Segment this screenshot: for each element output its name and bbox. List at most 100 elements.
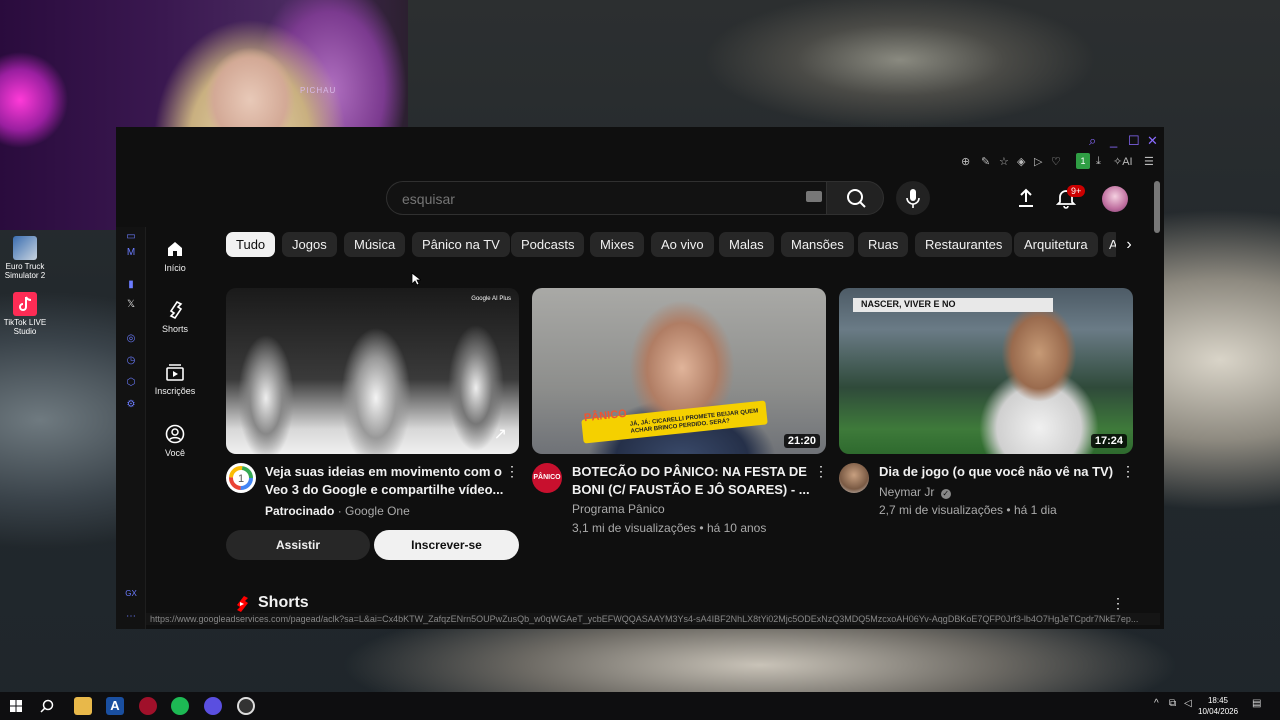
desktop-icon-tiktok-live[interactable]: TikTok LIVE Studio — [2, 292, 48, 336]
video-stats: 3,1 mi de visualizações • há 10 anos — [572, 521, 767, 535]
video-title-line1: Dia de jogo (o que você não vê na TV) — [879, 464, 1114, 479]
channel-name-row: Neymar Jr ✓ — [879, 483, 951, 501]
tiktok-icon — [13, 292, 37, 316]
chip-malas[interactable]: Malas — [719, 232, 774, 257]
ad-meta: Patrocinado · Google One — [265, 504, 410, 518]
more-options-icon[interactable]: ⋮ — [814, 463, 828, 480]
subscriptions-icon — [166, 364, 184, 381]
play-icon[interactable]: ▷ — [1034, 155, 1042, 168]
maximize-button[interactable]: ☐ — [1128, 133, 1140, 149]
desktop-icon-label: TikTok LIVE Studio — [3, 318, 47, 336]
account-avatar[interactable] — [1102, 186, 1128, 212]
duration-badge: 17:24 — [1090, 434, 1127, 448]
app-a-icon[interactable]: A — [106, 697, 124, 715]
ai-button[interactable]: ✧AI — [1113, 155, 1133, 168]
chip-podcasts[interactable]: Podcasts — [511, 232, 585, 257]
shorts-logo-icon — [237, 596, 248, 612]
twitch-icon[interactable]: ▮ — [125, 279, 137, 290]
heart-icon[interactable]: ♡ — [1051, 155, 1061, 168]
keyboard-icon[interactable] — [806, 191, 822, 202]
nav-home[interactable]: Início — [146, 239, 204, 273]
search-icon[interactable] — [40, 699, 54, 713]
video-title-neymar[interactable]: Dia de jogo (o que você não vê na TV) — [879, 463, 1119, 481]
google-one-avatar[interactable]: 1 — [226, 463, 256, 493]
chip-jogos[interactable]: Jogos — [282, 232, 337, 257]
chevron-right-icon[interactable]: › — [1116, 232, 1142, 257]
neymar-channel-avatar[interactable] — [839, 463, 869, 493]
ui-icon[interactable]: ▭ — [125, 231, 137, 242]
more-icon[interactable]: ⋯ — [125, 611, 137, 622]
history-icon[interactable]: ◷ — [125, 355, 137, 366]
tray-chevron-icon[interactable]: ^ — [1154, 698, 1159, 709]
extension-badge[interactable]: 1 — [1076, 153, 1090, 169]
upload-age: há 1 dia — [1013, 503, 1057, 517]
volume-icon[interactable]: ◁ — [1184, 698, 1192, 709]
sponsored-label: Patrocinado — [265, 504, 335, 518]
search-input[interactable] — [402, 189, 782, 209]
chip-arquitetura[interactable]: Arquitetura — [1014, 232, 1098, 257]
cube-icon[interactable]: ⬡ — [125, 377, 137, 388]
subscribe-button[interactable]: Inscrever-se — [374, 530, 519, 560]
shorts-more-options-icon[interactable]: ⋮ — [1111, 595, 1125, 612]
ad-thumbnail[interactable]: Google AI Plus ↗ — [226, 288, 519, 454]
chip-mansoes[interactable]: Mansões — [781, 232, 854, 257]
shield-icon[interactable]: ◈ — [1017, 155, 1025, 168]
chip-musica[interactable]: Música — [344, 232, 406, 257]
menu-icon[interactable]: ☰ — [1144, 155, 1154, 168]
network-icon[interactable]: ⧉ — [1169, 698, 1176, 709]
bookmark-icon[interactable]: ☆ — [999, 155, 1009, 168]
nav-you[interactable]: Você — [146, 424, 204, 458]
messenger-icon[interactable]: M — [125, 247, 137, 258]
external-link-icon[interactable]: ↗ — [494, 424, 507, 444]
spotify-icon[interactable] — [171, 697, 189, 715]
video-thumbnail-panico[interactable]: PÂNICO JÁ, JÁ: CICARELLI PROMETE BEIJAR … — [532, 288, 826, 454]
pin-icon[interactable]: ✎ — [981, 155, 990, 168]
discord-icon[interactable] — [204, 697, 222, 715]
nav-shorts[interactable]: Shorts — [146, 300, 204, 334]
chip-ao-vivo[interactable]: Ao vivo — [651, 232, 714, 257]
more-options-icon[interactable]: ⋮ — [1121, 463, 1135, 480]
video-title-panico[interactable]: BOTECÃO DO PÂNICO: NA FESTA DE BONI (C/ … — [572, 463, 812, 499]
minimize-button[interactable]: _ — [1110, 133, 1117, 148]
play-circle-icon[interactable]: ◎ — [125, 333, 137, 344]
video-title-line2: BONI (C/ FAUSTÃO E JÔ SOARES) - ... — [572, 482, 810, 497]
channel-name[interactable]: Programa Pânico — [572, 500, 665, 518]
duration-badge: 21:20 — [783, 434, 820, 448]
channel-name[interactable]: Neymar Jr — [879, 485, 934, 499]
more-options-icon[interactable]: ⋮ — [505, 463, 519, 480]
panico-channel-avatar[interactable]: PÂNICO — [532, 463, 562, 493]
close-button[interactable]: ✕ — [1147, 133, 1158, 149]
zoom-icon[interactable]: ⊕ — [961, 155, 970, 168]
nav-you-label: Você — [164, 448, 186, 458]
notifications-center-icon[interactable]: ▤ — [1252, 698, 1261, 709]
ai-label: AI — [1122, 156, 1133, 168]
nav-subscriptions[interactable]: Inscrições — [146, 362, 204, 396]
link-status-url: https://www.googleadservices.com/pagead/… — [146, 613, 1160, 625]
opera-gx-icon[interactable] — [139, 697, 157, 715]
gx-icon[interactable]: GX — [125, 589, 137, 598]
voice-search-button[interactable] — [896, 181, 930, 215]
download-icon[interactable]: ⤓ — [1096, 155, 1101, 168]
x-icon[interactable]: 𝕏 — [125, 299, 137, 310]
upload-button[interactable] — [1016, 187, 1036, 214]
ad-channel[interactable]: Google One — [345, 504, 410, 518]
settings-icon[interactable]: ⚙ — [125, 399, 137, 410]
taskbar-clock[interactable]: 18:45 10/04/2026 — [1198, 695, 1238, 717]
chip-ruas[interactable]: Ruas — [858, 232, 909, 257]
chip-tudo[interactable]: Tudo — [226, 232, 276, 257]
watch-button[interactable]: Assistir — [226, 530, 370, 560]
search-icon[interactable]: ⌕ — [1089, 133, 1096, 149]
search-button[interactable] — [826, 181, 884, 215]
desktop-icon-euro-truck[interactable]: Euro Truck Simulator 2 — [2, 236, 48, 280]
page-scrollbar[interactable] — [1154, 181, 1160, 233]
obs-icon[interactable] — [237, 697, 255, 715]
file-explorer-icon[interactable] — [74, 697, 92, 715]
chip-panico-na-tv[interactable]: Pânico na TV — [412, 232, 510, 257]
video-stats: 2,7 mi de visualizações • há 1 dia — [879, 503, 1057, 517]
view-count: 3,1 mi de visualizações — [572, 521, 697, 535]
chip-mixes[interactable]: Mixes — [590, 232, 644, 257]
video-thumbnail-neymar[interactable]: NASCER, VIVER E NO 17:24 — [839, 288, 1133, 454]
ad-title[interactable]: Veja suas ideias em movimento com o Veo … — [265, 463, 505, 499]
windows-start-icon[interactable] — [10, 700, 22, 712]
chip-restaurantes[interactable]: Restaurantes — [915, 232, 1013, 257]
